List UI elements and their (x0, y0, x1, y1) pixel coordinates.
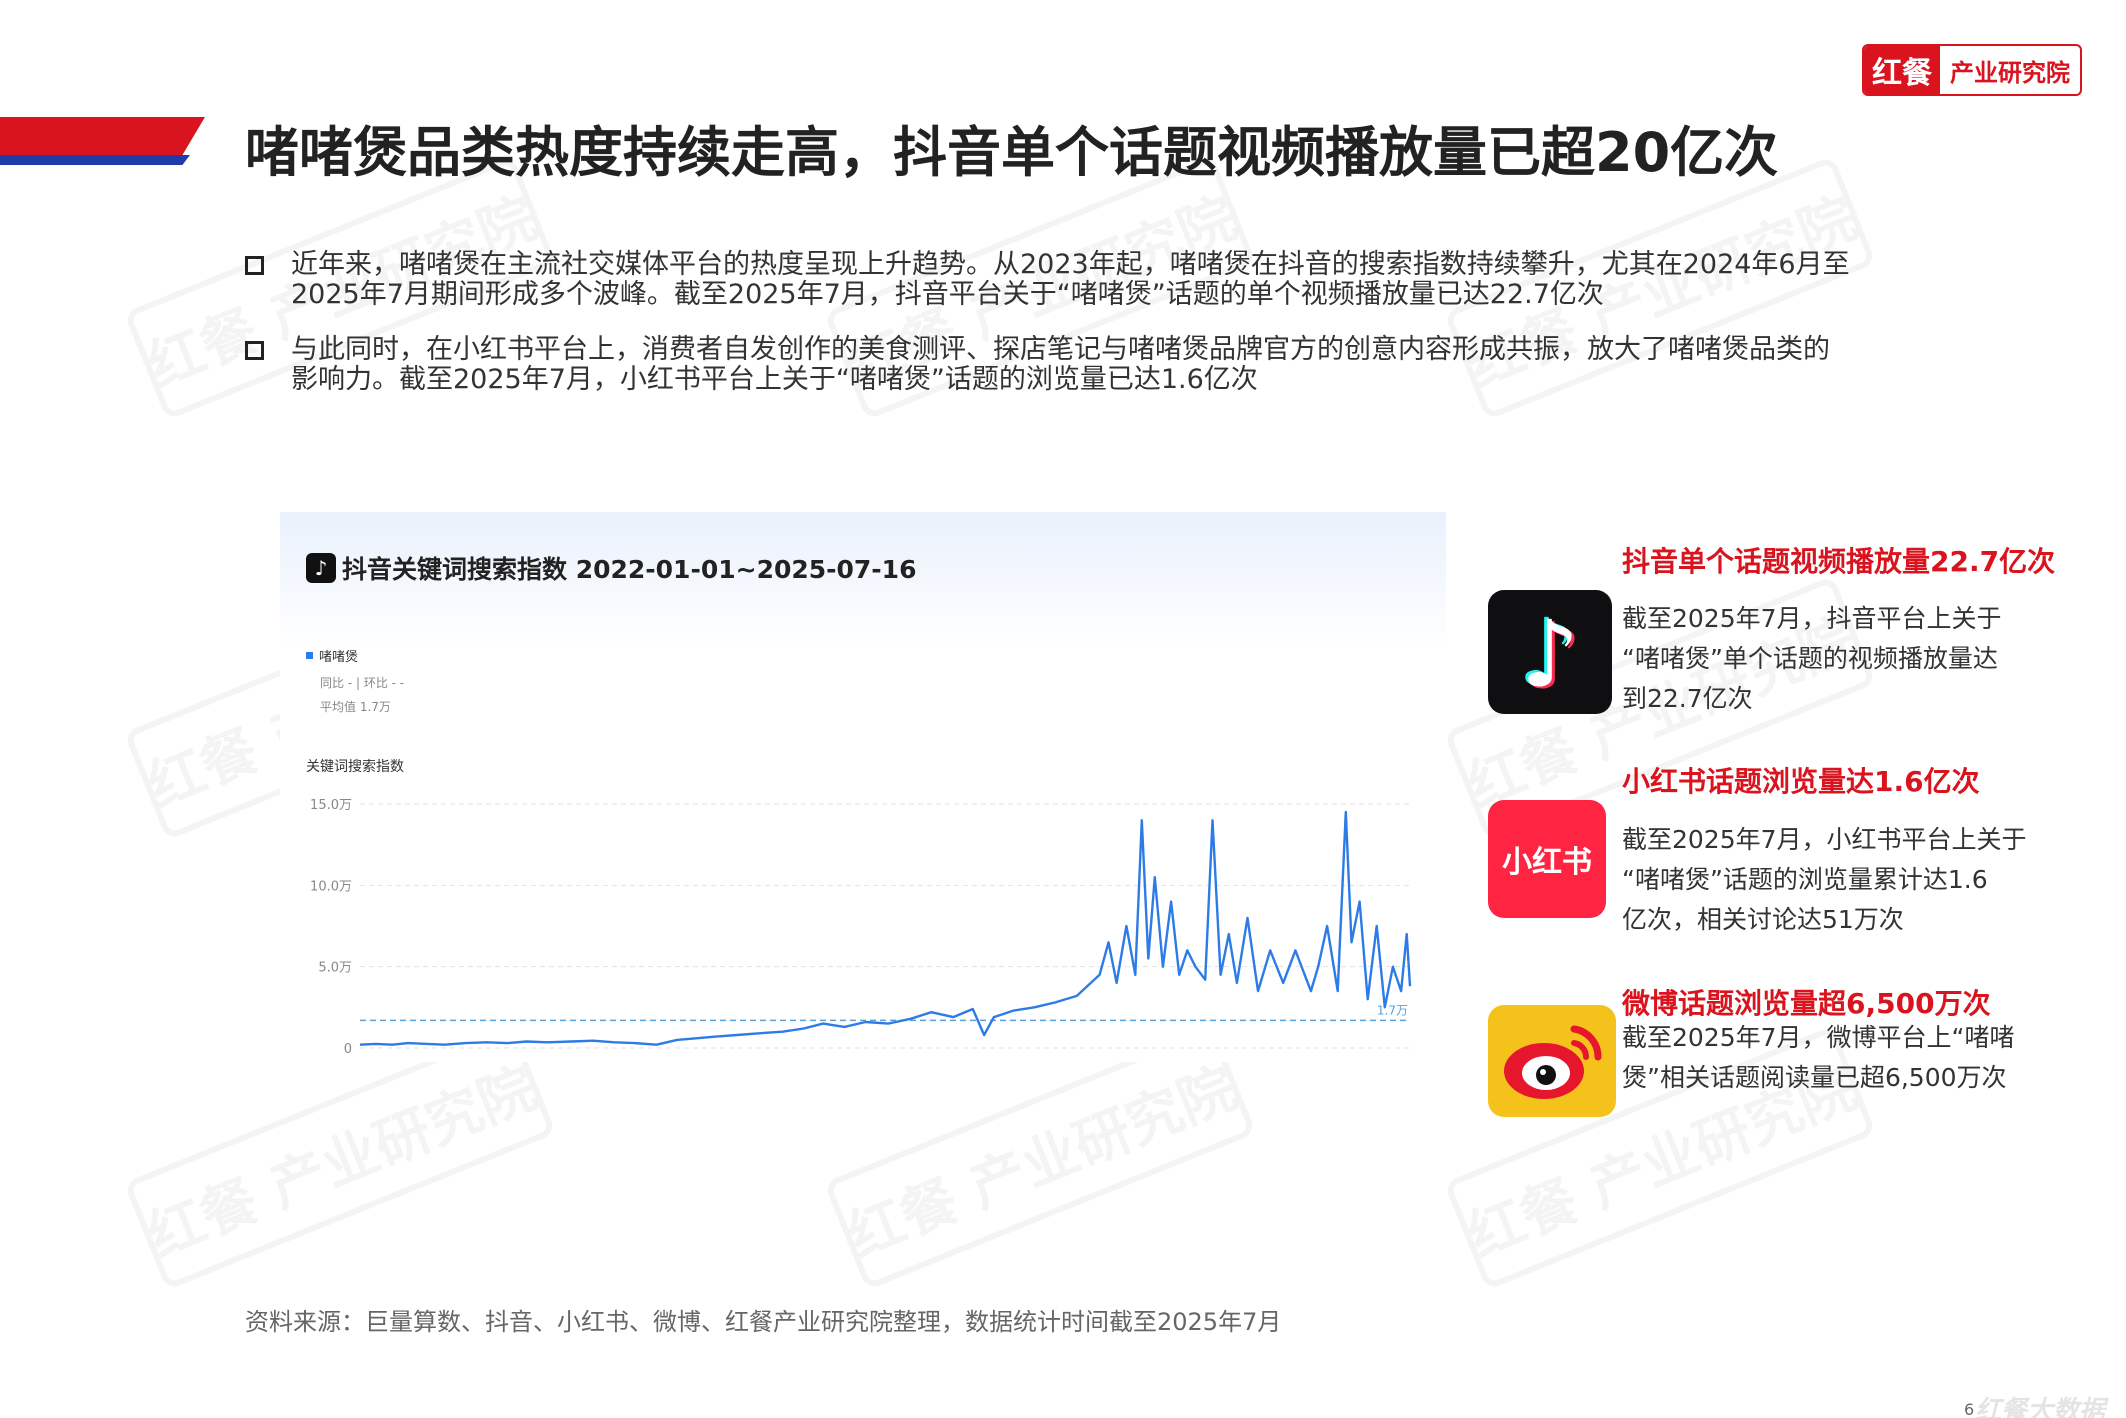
x-tick-label: 2022-09-18 (536, 1061, 606, 1062)
average-label: 1.7万 (1377, 1003, 1408, 1017)
y-tick-label: 10.0万 (310, 879, 352, 894)
bullet-line: 与此同时，在小红书平台上，消费者自发创作的美食测评、探店笔记与啫啫煲品牌官方的创… (291, 334, 1830, 365)
brand-logo: 红餐 产业研究院 (1862, 44, 2082, 96)
footer-brand: 红餐大数据 (1975, 1396, 2106, 1418)
bullet-line: 影响力。截至2025年7月，小红书平台上关于“啫啫煲”话题的浏览量已达1.6亿次 (291, 364, 1258, 395)
bullet-list: 近年来，啫啫煲在主流社交媒体平台的热度呈现上升趋势。从2023年起，啫啫煲在抖音… (245, 250, 1945, 420)
x-tick-label: 2024-11-06 (1170, 1061, 1240, 1062)
bullet-line: 近年来，啫啫煲在主流社交媒体平台的热度呈现上升趋势。从2023年起，啫啫煲在抖音… (291, 249, 1850, 280)
bullet-line: 2025年7月期间形成多个波峰。截至2025年7月，抖音平台关于“啫啫煲”话题的… (291, 279, 1604, 310)
xiaohongshu-icon-text: 小红书 (1502, 845, 1592, 880)
x-tick-label: 2022-01-01 (325, 1061, 395, 1062)
page-number: 6 (1964, 1400, 1975, 1418)
card-text-line: “啫啫煲”话题的浏览量累计达1.6 (1622, 865, 1988, 894)
x-tick-label: 2023-01-26 (642, 1061, 712, 1062)
title-accent-red (0, 117, 205, 155)
card-text-line: “啫啫煲”单个话题的视频播放量达 (1622, 644, 1998, 673)
douyin-description: 截至2025年7月，抖音平台上关于 “啫啫煲”单个话题的视频播放量达 到22.7… (1622, 599, 2072, 719)
weibo-description: 截至2025年7月，微博平台上“啫啫 煲”相关话题阅读量已超6,500万次 (1622, 1018, 2072, 1098)
xiaohongshu-icon: 小红书 (1488, 800, 1606, 918)
page-title: 啫啫煲品类热度持续走高，抖音单个话题视频播放量已超20亿次 (245, 121, 1779, 184)
y-tick-label: 15.0万 (310, 798, 352, 813)
y-tick-label: 0 (344, 1042, 352, 1057)
x-tick-label: 2025-03-16 (1276, 1061, 1346, 1062)
card-text-line: 到22.7亿次 (1622, 684, 1753, 713)
card-text-line: 截至2025年7月，抖音平台上关于 (1622, 604, 2002, 633)
weibo-heading: 微博话题浏览量超6,500万次 (1622, 987, 1991, 1020)
douyin-heading: 抖音单个话题视频播放量22.7亿次 (1622, 545, 2056, 578)
card-text-line: 截至2025年7月，小红书平台上关于 (1622, 825, 2027, 854)
x-tick-label: 2023-06-05 (748, 1061, 818, 1062)
bullet-item: 与此同时，在小红书平台上，消费者自发创作的美食测评、探店笔记与啫啫煲品牌官方的创… (245, 335, 1945, 395)
title-accent-blue (0, 155, 190, 165)
x-tick-label: 2023-10-13 (853, 1061, 923, 1062)
bullet-item: 近年来，啫啫煲在主流社交媒体平台的热度呈现上升趋势。从2023年起，啫啫煲在抖音… (245, 250, 1945, 310)
series-line (359, 810, 1412, 1046)
card-text-line: 亿次，相关讨论达51万次 (1622, 905, 1904, 934)
x-tick-label: 2024-02-20 (959, 1061, 1029, 1062)
y-tick-label: 5.0万 (318, 961, 352, 976)
logo-text: 产业研究院 (1950, 58, 2070, 87)
watermark: 红餐 产业研究院 (123, 1025, 557, 1291)
chart-panel: ♪ 抖音关键词搜索指数 2022-01-01~2025-07-16 啫啫煲 同比… (280, 512, 1446, 1062)
logo-mark: 红餐 (1864, 46, 1940, 94)
x-tick-label: 2024-06-29 (1065, 1061, 1135, 1062)
watermark: 红餐 产业研究院 (823, 1025, 1257, 1291)
source-note: 资料来源：巨量算数、抖音、小红书、微博、红餐产业研究院整理，数据统计时间截至20… (245, 1308, 1282, 1336)
xiaohongshu-heading: 小红书话题浏览量达1.6亿次 (1622, 765, 1980, 798)
card-text-line: 煲”相关话题阅读量已超6,500万次 (1622, 1063, 2007, 1092)
weibo-icon (1488, 1005, 1616, 1117)
search-index-chart: 0 5.0万 10.0万 15.0万 2022-01-01 2022-05-11 2022-… (310, 798, 1412, 1062)
card-text-line: 截至2025年7月，微博平台上“啫啫 (1622, 1023, 2015, 1052)
bullet-square-icon (245, 256, 264, 275)
bullet-square-icon (245, 341, 264, 360)
svg-text:♪: ♪ (1521, 601, 1580, 708)
xiaohongshu-description: 截至2025年7月，小红书平台上关于 “啫啫煲”话题的浏览量累计达1.6 亿次，… (1622, 820, 2072, 940)
x-tick-label: 2022-05-11 (431, 1061, 501, 1062)
douyin-icon: ♪ ♪ ♪ (1488, 590, 1612, 714)
